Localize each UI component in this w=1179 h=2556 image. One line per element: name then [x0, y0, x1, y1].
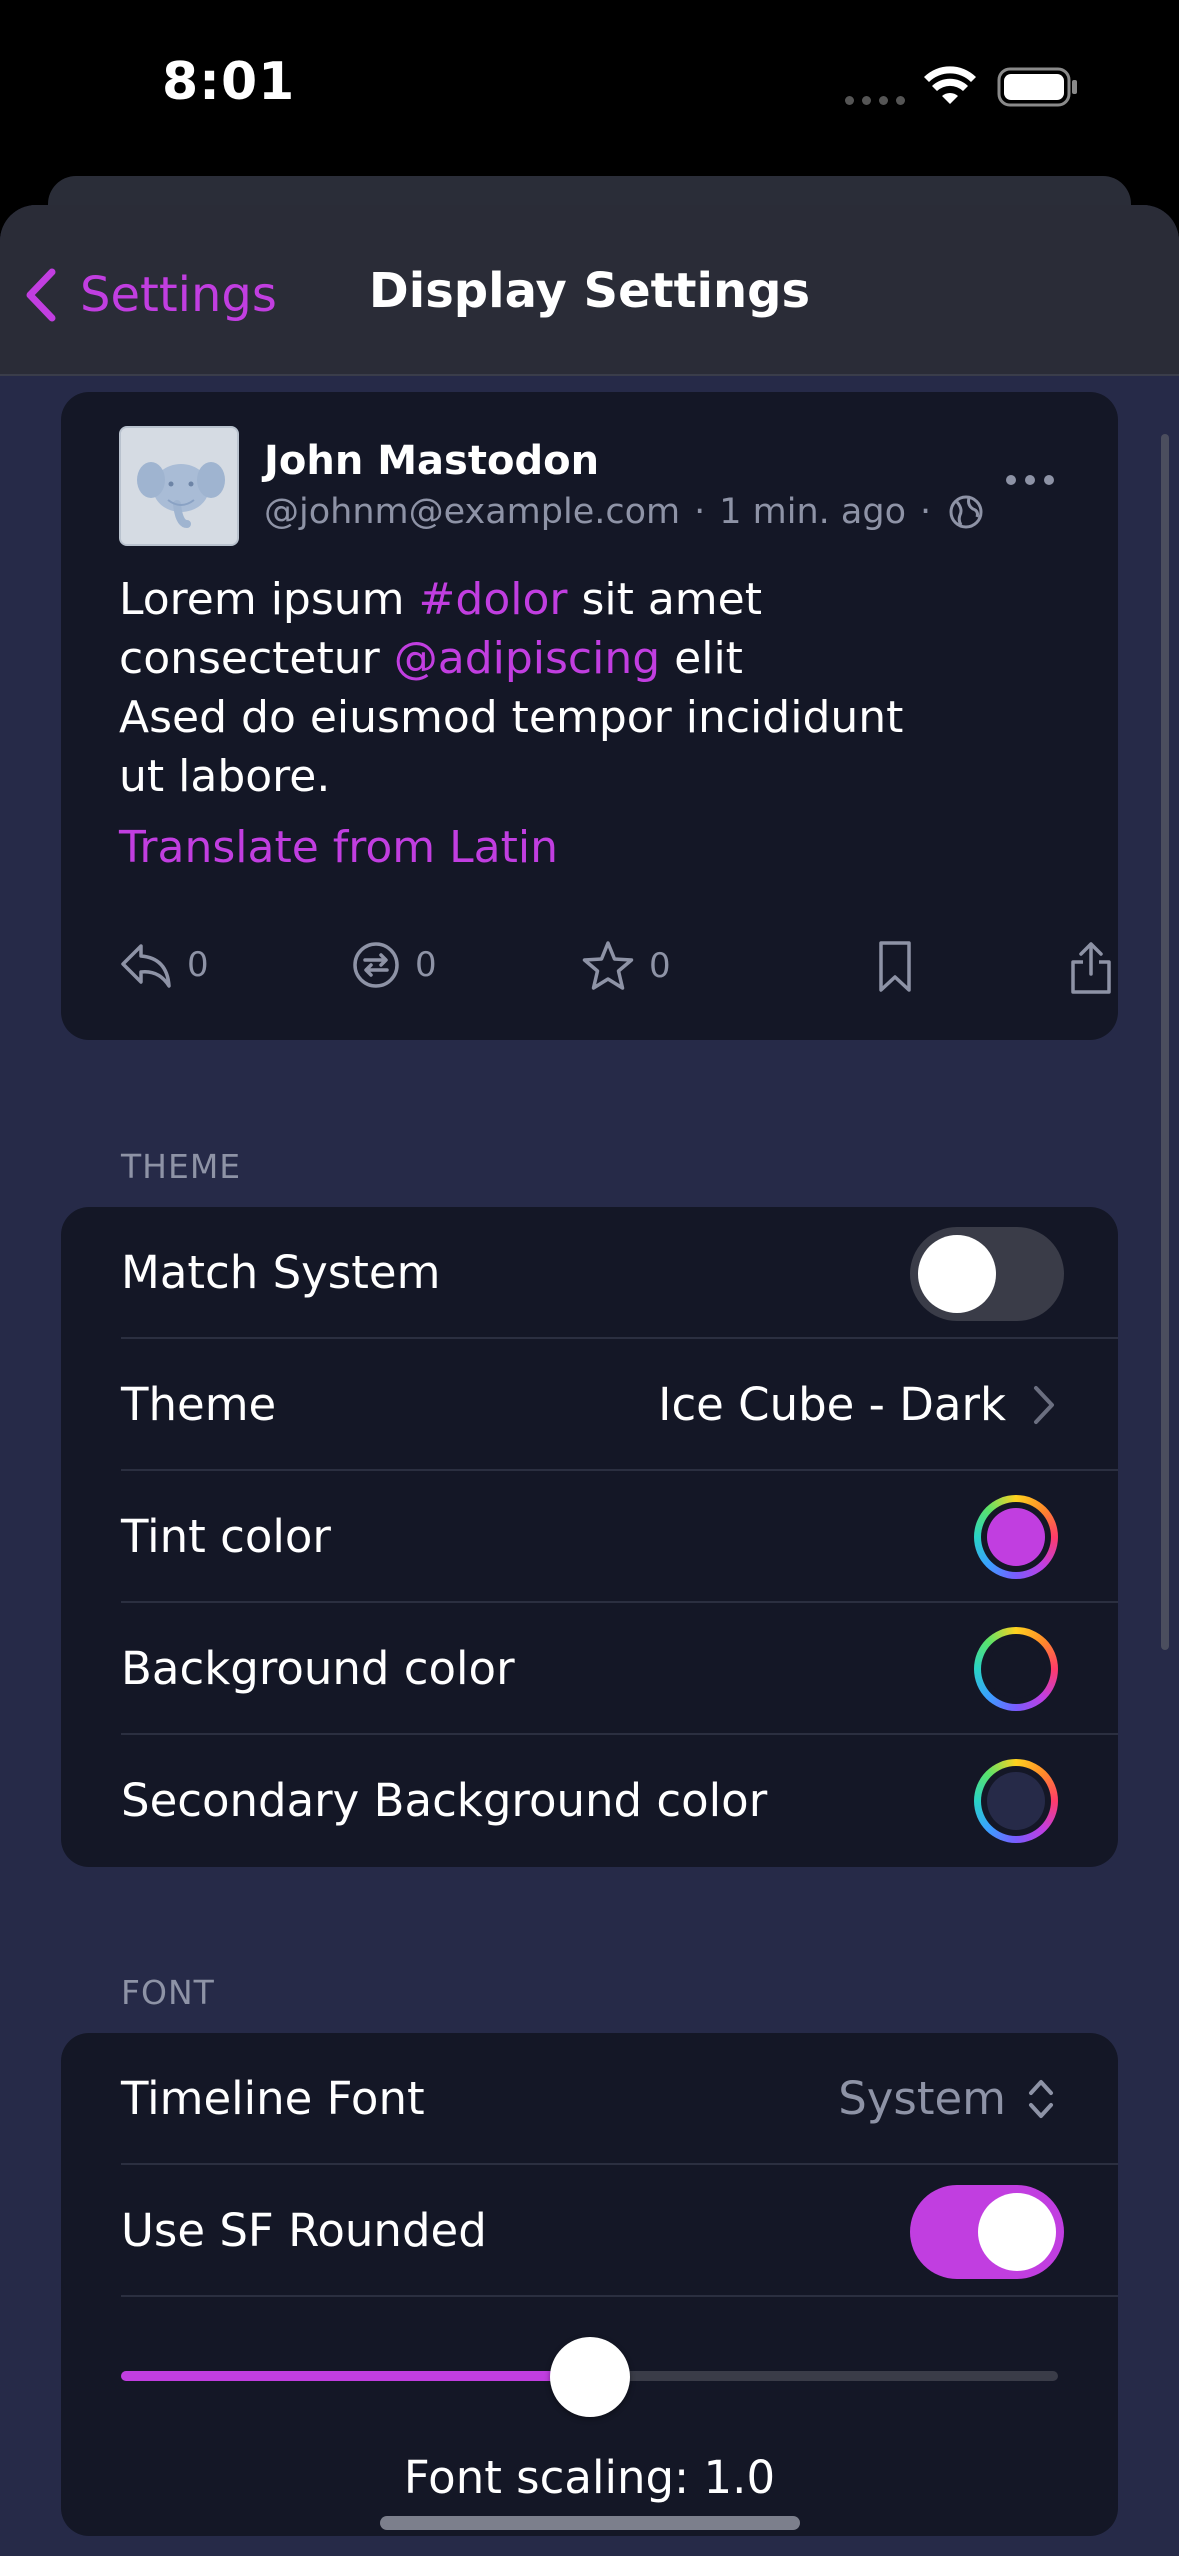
boost-count: 0 — [415, 945, 437, 985]
post-text-segment: sit amet — [567, 574, 762, 625]
mention-link[interactable]: @adipiscing — [394, 633, 660, 684]
reply-icon — [121, 944, 171, 988]
post-text-segment: consectetur — [119, 633, 394, 684]
cellular-signal-icon — [845, 96, 905, 106]
reply-count: 0 — [187, 945, 209, 985]
post-actions: 0 0 0 — [119, 940, 1111, 1000]
toggle-knob — [978, 2193, 1056, 2271]
background-color-picker[interactable] — [974, 1627, 1058, 1711]
meta-separator: · — [694, 492, 706, 532]
reply-button[interactable]: 0 — [119, 940, 209, 990]
post-time: 1 min. ago — [719, 492, 906, 532]
meta-separator: · — [920, 492, 932, 532]
theme-section-header: THEME — [121, 1147, 242, 1186]
share-button[interactable] — [1069, 940, 1118, 996]
hashtag-link[interactable]: #dolor — [419, 574, 568, 625]
bookmark-icon — [879, 941, 911, 992]
tint-color-row: Tint color — [61, 1471, 1118, 1603]
theme-label: Theme — [121, 1378, 277, 1431]
sf-rounded-row: Use SF Rounded — [61, 2165, 1118, 2297]
theme-row[interactable]: Theme Ice Cube - Dark — [61, 1339, 1118, 1471]
page-title: Display Settings — [368, 263, 811, 319]
sf-rounded-toggle[interactable] — [910, 2185, 1064, 2279]
battery-icon — [997, 67, 1077, 107]
match-system-label: Match System — [121, 1246, 441, 1299]
toggle-knob — [918, 1235, 996, 1313]
background-color-label: Background color — [121, 1642, 515, 1695]
more-options-icon[interactable] — [1005, 474, 1055, 486]
post-text-line: ut labore. — [119, 751, 331, 802]
match-system-row: Match System — [61, 1207, 1118, 1339]
secondary-background-color-label: Secondary Background color — [121, 1774, 768, 1827]
slider-fill — [121, 2371, 590, 2381]
chevron-up-down-icon — [1029, 2080, 1053, 2118]
timeline-font-value: System — [838, 2072, 1006, 2125]
favorite-count: 0 — [649, 946, 671, 986]
post-text-segment: elit — [660, 633, 743, 684]
match-system-toggle[interactable] — [910, 1227, 1064, 1321]
post-body: Lorem ipsum #dolor sit amet consectetur … — [119, 570, 1019, 806]
secondary-background-color-row: Secondary Background color — [61, 1735, 1118, 1867]
slider-thumb[interactable] — [549, 2337, 630, 2417]
author-name[interactable]: John Mastodon — [264, 438, 599, 484]
background-color-row: Background color — [61, 1603, 1118, 1735]
divider — [121, 2295, 1118, 2297]
secondary-background-color-swatch — [987, 1772, 1045, 1830]
tint-color-label: Tint color — [121, 1510, 331, 1563]
globe-icon — [949, 495, 983, 529]
theme-settings-group: Match System Theme Ice Cube - Dark Tint … — [61, 1207, 1118, 1867]
secondary-background-color-picker[interactable] — [974, 1759, 1058, 1843]
favorite-button[interactable]: 0 — [581, 940, 671, 992]
boost-icon — [353, 942, 399, 988]
tint-color-swatch — [987, 1508, 1045, 1566]
author-meta: @johnm@example.com · 1 min. ago · — [264, 492, 985, 532]
post-text-line: Ased do eiusmod tempor incididunt — [119, 692, 904, 743]
author-handle: @johnm@example.com — [264, 492, 681, 532]
scroll-indicator[interactable] — [1161, 434, 1169, 1650]
boost-button[interactable]: 0 — [351, 940, 437, 990]
status-time: 8:01 — [162, 52, 296, 112]
tint-color-picker[interactable] — [974, 1495, 1058, 1579]
sf-rounded-label: Use SF Rounded — [121, 2204, 487, 2257]
theme-value: Ice Cube - Dark — [658, 1378, 1006, 1431]
post-text-segment: Lorem ipsum — [119, 574, 419, 625]
status-bar: 8:01 — [0, 0, 1179, 175]
star-icon — [582, 941, 634, 990]
share-icon — [1071, 942, 1111, 994]
font-scaling-label: Font scaling: 1.0 — [403, 2451, 776, 2504]
post-preview-card: John Mastodon @johnm@example.com · 1 min… — [61, 392, 1118, 1040]
wifi-icon — [924, 66, 976, 104]
timeline-font-label: Timeline Font — [121, 2072, 425, 2125]
bookmark-button[interactable] — [877, 940, 927, 994]
font-section-header: FONT — [121, 1973, 215, 2012]
background-color-swatch — [987, 1640, 1045, 1698]
mastodon-elephant-avatar-icon — [121, 428, 237, 544]
home-indicator — [380, 2516, 800, 2530]
timeline-font-row[interactable]: Timeline Font System — [61, 2033, 1118, 2165]
translate-button[interactable]: Translate from Latin — [119, 822, 558, 873]
font-scaling-slider[interactable] — [121, 2337, 1058, 2417]
font-settings-group: Timeline Font System Use SF Rounded Font… — [61, 2033, 1118, 2536]
navigation-bar: Settings Display Settings — [0, 205, 1179, 376]
chevron-right-icon — [1034, 1386, 1054, 1424]
avatar[interactable] — [119, 426, 239, 546]
